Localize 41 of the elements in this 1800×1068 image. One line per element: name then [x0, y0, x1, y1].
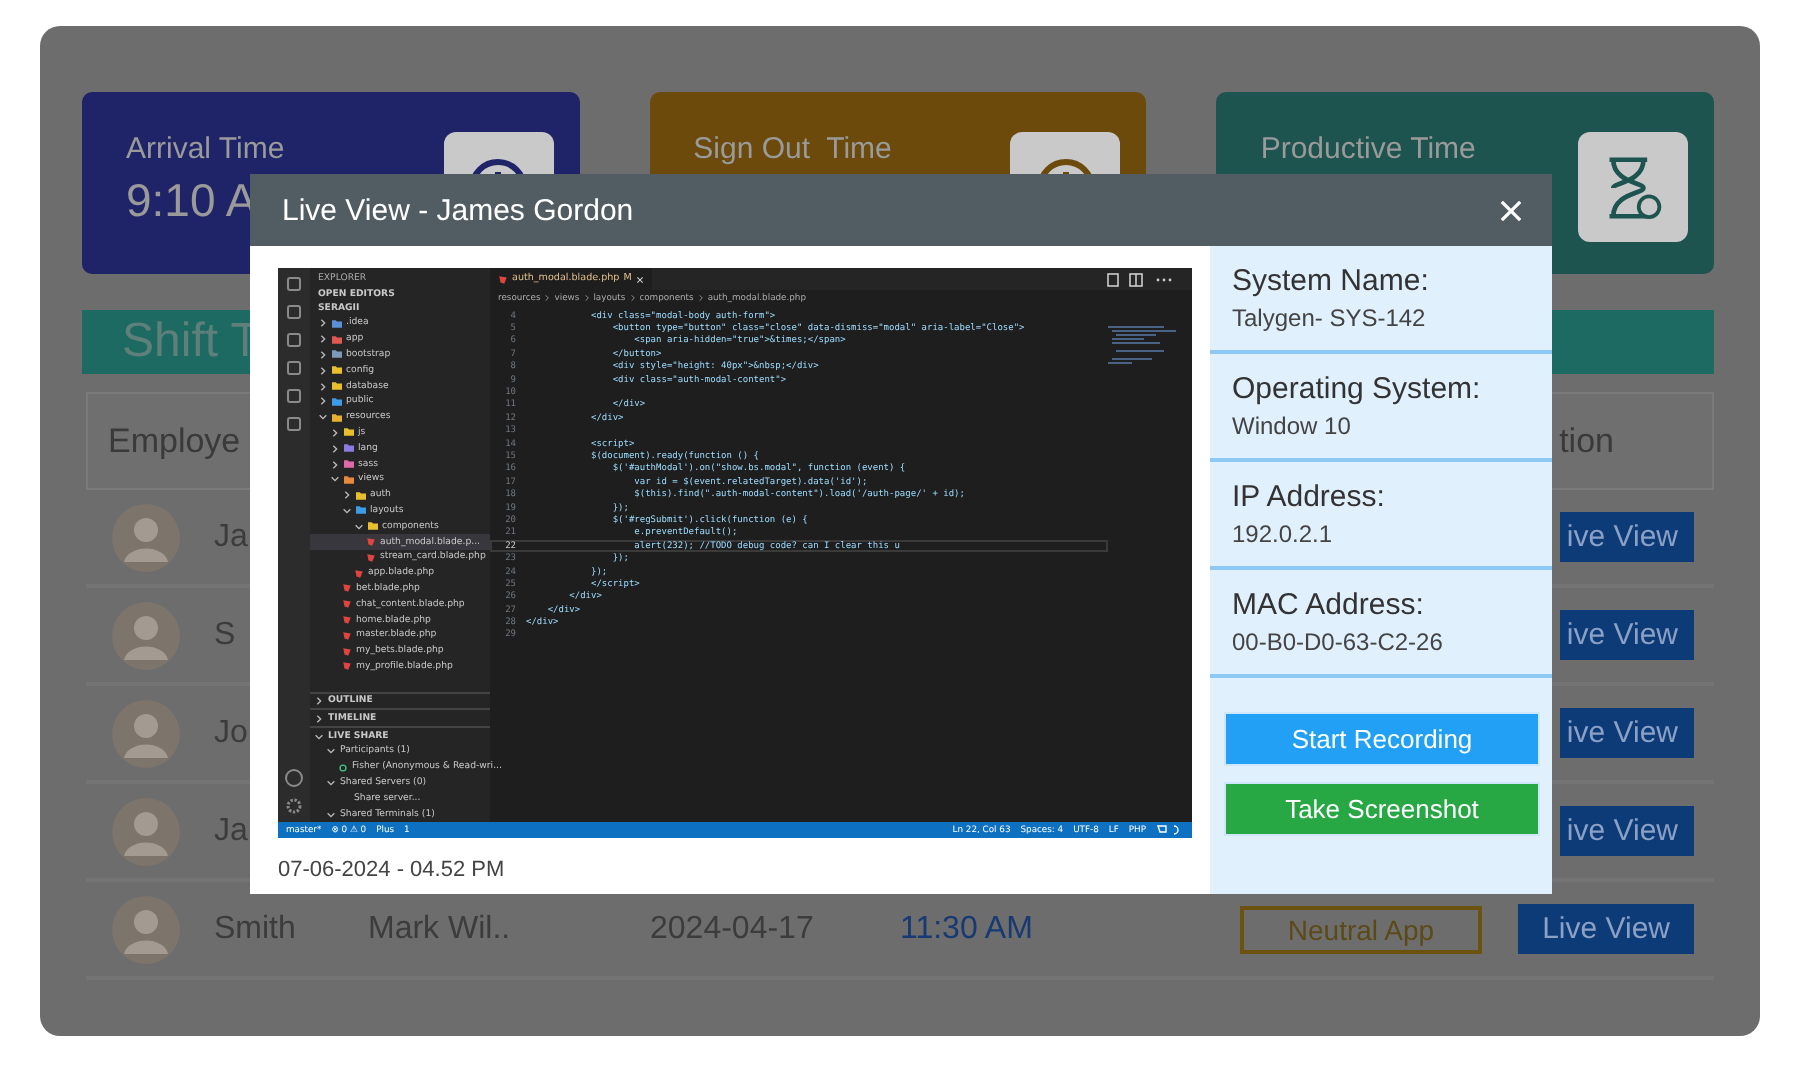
- info-label: MAC Address:: [1232, 588, 1426, 622]
- participant-icon: [338, 763, 348, 772]
- chevron-icon: [544, 294, 551, 302]
- info-value: Talygen- SYS-142: [1232, 304, 1428, 332]
- card-label: Arrival Time: [126, 132, 285, 166]
- activity-bar-icon: [284, 330, 304, 350]
- card-label: Sign Out Time: [693, 132, 892, 166]
- card-label: Productive Time: [1260, 132, 1476, 166]
- account-icon: [284, 768, 304, 788]
- chevron-icon: [629, 294, 636, 302]
- avatar-icon: [112, 895, 180, 963]
- activity-bar-icon: [284, 386, 304, 406]
- chevron-icon: [697, 294, 704, 302]
- minimap-drawing: [1108, 326, 1176, 364]
- live-view-button[interactable]: ive View: [1560, 806, 1694, 856]
- live-view-button[interactable]: ive View: [1560, 610, 1694, 660]
- info-value: 192.0.2.1: [1232, 520, 1335, 548]
- chevron-icon: [583, 294, 590, 302]
- activity-bar-icon: [284, 414, 304, 434]
- activity-bar-icon: [284, 274, 304, 294]
- live-view-button[interactable]: ive View: [1560, 512, 1694, 562]
- info-label: System Name:: [1232, 264, 1431, 298]
- time-cell: 11:30 AM: [900, 911, 1033, 947]
- status-tag: Neutral App: [1239, 905, 1483, 953]
- feedback-icon[interactable]: [1156, 824, 1184, 836]
- settings-icon: [284, 796, 304, 816]
- avatar-icon: [112, 699, 180, 767]
- avatar-icon: [112, 797, 180, 865]
- timestamp: 07-06-2024 - 04.52 PM: [278, 858, 507, 882]
- activity-bar-icon: [284, 358, 304, 378]
- live-view-button[interactable]: Live View: [1518, 904, 1694, 954]
- info-label: Operating System:: [1232, 372, 1483, 406]
- info-value: Window 10: [1232, 412, 1353, 440]
- activity-bar-icon: [284, 302, 304, 322]
- live-view-button[interactable]: ive View: [1560, 708, 1694, 758]
- info-value: 00-B0-D0-63-C2-26: [1232, 628, 1445, 656]
- avatar-icon: [112, 503, 180, 571]
- close-icon[interactable]: [635, 275, 644, 283]
- modal-title: Live View - James Gordon: [282, 193, 634, 227]
- info-label: IP Address:: [1232, 480, 1387, 514]
- avatar-icon: [112, 601, 180, 669]
